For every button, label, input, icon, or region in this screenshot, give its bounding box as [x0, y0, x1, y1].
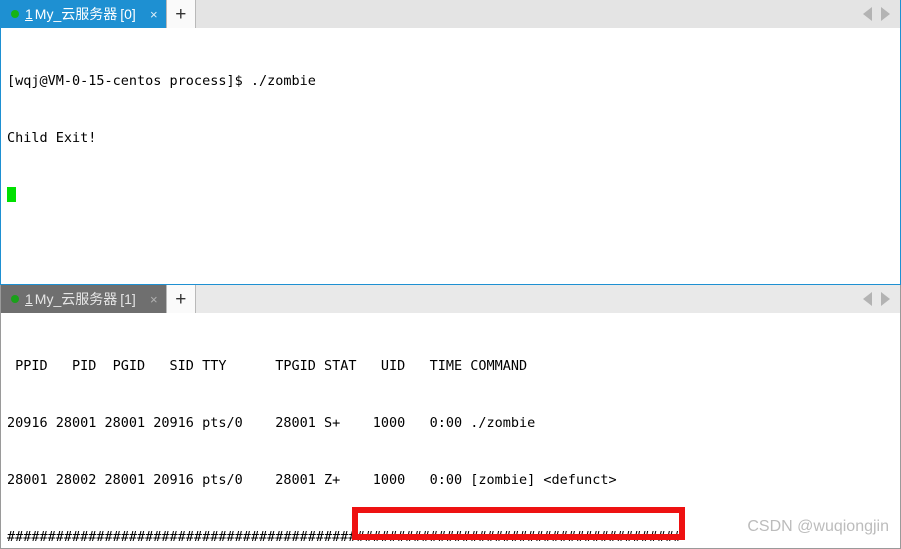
tab-my-cloud-server-1[interactable]: 1 My_云服务器 [1] × [1, 285, 166, 313]
tab-suffix-label: [0] [120, 6, 136, 22]
terminal-output-top[interactable]: [wqj@VM-0-15-centos process]$ ./zombie C… [1, 28, 900, 284]
tab-suffix-label: [1] [120, 291, 136, 307]
scroll-right-icon[interactable] [881, 7, 890, 21]
terminal-line: Child Exit! [7, 130, 97, 146]
scroll-left-icon[interactable] [863, 292, 872, 306]
terminal-line: [wqj@VM-0-15-centos process]$ ./zombie [7, 73, 316, 89]
ps-data-row: 28001 28002 28001 20916 pts/0 28001 Z+ 1… [7, 472, 617, 488]
watermark-label: CSDN @wuqiongjin [747, 518, 889, 535]
new-tab-button[interactable]: + [165, 285, 196, 313]
terminal-output-bottom[interactable]: PPID PID PGID SID TTY TPGID STAT UID TIM… [1, 313, 900, 548]
tab-title-label: My_云服务器 [34, 291, 118, 307]
tab-scroll-controls[interactable] [863, 0, 900, 28]
ps-header-row: PPID PID PGID SID TTY TPGID STAT UID TIM… [7, 358, 528, 374]
tab-index-label: 1 [25, 291, 33, 307]
new-tab-button[interactable]: + [165, 0, 196, 28]
scroll-left-icon[interactable] [863, 7, 872, 21]
scroll-right-icon[interactable] [881, 292, 890, 306]
terminal-pane-bottom[interactable]: 1 My_云服务器 [1] × + PPID PID PGID SID TTY … [0, 285, 901, 549]
ps-data-row: 20916 28001 28001 20916 pts/0 28001 S+ 1… [7, 415, 536, 431]
tab-scroll-controls[interactable] [863, 285, 900, 313]
tab-title-label: My_云服务器 [34, 6, 118, 22]
cursor-block-icon [7, 187, 16, 202]
tab-bar-bottom[interactable]: 1 My_云服务器 [1] × + [1, 285, 900, 313]
tab-index-label: 1 [25, 6, 33, 22]
tab-bar-filler [196, 0, 863, 28]
terminal-pane-top[interactable]: 1 My_云服务器 [0] × + [wqj@VM-0-15-centos pr… [0, 0, 901, 285]
tab-bar-top[interactable]: 1 My_云服务器 [0] × + [1, 0, 900, 28]
terminal-cursor-line [7, 186, 900, 205]
close-icon[interactable]: × [148, 8, 160, 21]
tab-bar-filler [196, 285, 863, 313]
tab-status-dot-icon [11, 10, 19, 18]
tab-status-dot-icon [11, 295, 19, 303]
tab-my-cloud-server-0[interactable]: 1 My_云服务器 [0] × [1, 0, 166, 28]
close-icon[interactable]: × [148, 293, 160, 306]
